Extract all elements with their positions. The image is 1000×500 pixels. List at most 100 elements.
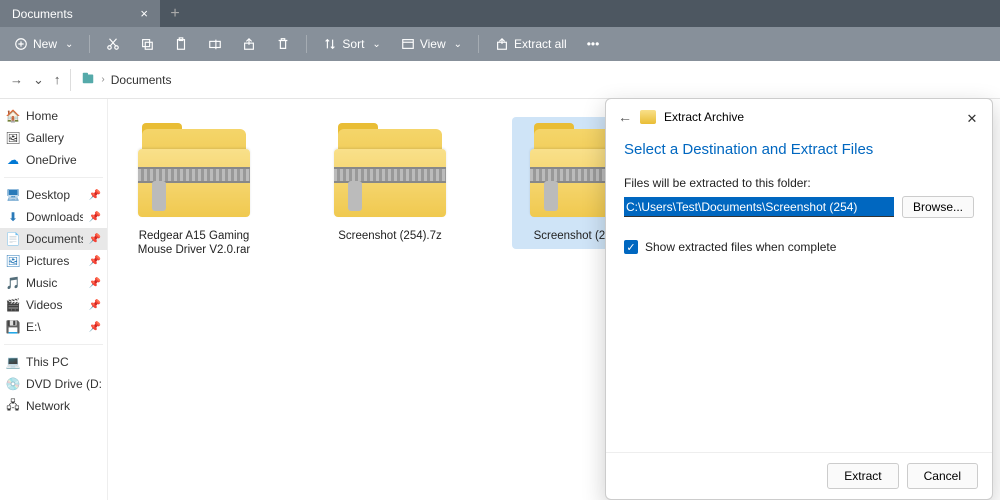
nav-buttons: → ⌄ ↑	[10, 72, 60, 88]
recent-button[interactable]: ⌄	[33, 72, 44, 88]
music-icon: 🎵	[6, 276, 20, 290]
file-name: Redgear A15 Gaming Mouse Driver V2.0.rar	[126, 229, 262, 258]
sidebar-item-label: Pictures	[26, 254, 69, 268]
pin-icon: 📌	[89, 278, 101, 289]
dialog-header: ← Extract Archive	[606, 99, 992, 135]
copy-button[interactable]	[132, 31, 162, 57]
toolbar-separator	[478, 35, 479, 53]
paste-icon	[174, 37, 188, 51]
cancel-button[interactable]: Cancel	[907, 463, 978, 489]
sidebar-item-label: Music	[26, 276, 57, 290]
checkbox-label: Show extracted files when complete	[645, 240, 836, 254]
share-button[interactable]	[234, 31, 264, 57]
sidebar-item-this-pc[interactable]: 💻 This PC	[0, 351, 107, 373]
destination-path-input[interactable]: C:\Users\Test\Documents\Screenshot (254)	[624, 197, 894, 217]
sidebar-item-onedrive[interactable]: ☁ OneDrive	[0, 149, 107, 171]
new-button[interactable]: New	[6, 31, 81, 57]
sidebar-separator	[4, 177, 103, 178]
desktop-icon: 🖥	[6, 188, 20, 202]
view-label: View	[420, 37, 446, 51]
sidebar-item-label: Desktop	[26, 188, 70, 202]
archive-icon	[134, 123, 254, 223]
sidebar-item-music[interactable]: 🎵 Music 📌	[0, 272, 107, 294]
breadcrumb-segment[interactable]: Documents	[111, 73, 172, 87]
tab-title: Documents	[12, 7, 73, 21]
extract-archive-dialog: ✕ ← Extract Archive Select a Destination…	[605, 98, 993, 500]
close-button[interactable]: ✕	[960, 107, 984, 131]
copy-icon	[140, 37, 154, 51]
more-button[interactable]: •••	[579, 31, 608, 57]
toolbar: New Sort View Extract all •••	[0, 27, 1000, 61]
sort-button[interactable]: Sort	[315, 31, 388, 57]
toolbar-separator	[306, 35, 307, 53]
back-button[interactable]: →	[10, 72, 23, 87]
extract-button[interactable]: Extract	[827, 463, 898, 489]
tab-documents[interactable]: Documents ×	[0, 0, 160, 27]
tab-close-icon[interactable]: ×	[140, 6, 148, 21]
gallery-icon: 🖼	[6, 131, 20, 145]
network-icon: 🖧	[6, 399, 20, 413]
up-button[interactable]: ↑	[54, 72, 61, 87]
plus-circle-icon	[14, 37, 28, 51]
pin-icon: 📌	[89, 256, 101, 267]
download-icon: ⬇	[6, 210, 20, 224]
pin-icon: 📌	[89, 190, 101, 201]
trash-icon	[276, 37, 290, 51]
pin-icon: 📌	[89, 300, 101, 311]
sidebar-item-label: Documents	[26, 232, 83, 246]
cut-button[interactable]	[98, 31, 128, 57]
sort-label: Sort	[342, 37, 364, 51]
sidebar-item-pictures[interactable]: 🖼 Pictures 📌	[0, 250, 107, 272]
pin-icon: 📌	[89, 234, 101, 245]
show-extracted-checkbox[interactable]: ✓ Show extracted files when complete	[624, 240, 974, 254]
dialog-title: Select a Destination and Extract Files	[624, 141, 974, 158]
sidebar-item-videos[interactable]: 🎬 Videos 📌	[0, 294, 107, 316]
pictures-icon: 🖼	[6, 254, 20, 268]
sidebar-item-network[interactable]: 🖧Network	[0, 395, 107, 417]
video-icon: 🎬	[6, 298, 20, 312]
sort-icon	[323, 37, 337, 51]
extract-all-button[interactable]: Extract all	[487, 31, 575, 57]
breadcrumb[interactable]: › Documents	[81, 71, 171, 88]
rename-button[interactable]	[200, 31, 230, 57]
delete-button[interactable]	[268, 31, 298, 57]
more-icon: •••	[587, 37, 600, 51]
file-item[interactable]: Redgear A15 Gaming Mouse Driver V2.0.rar	[120, 117, 268, 264]
cut-icon	[106, 37, 120, 51]
sidebar-item-label: Videos	[26, 298, 62, 312]
sidebar-item-downloads[interactable]: ⬇Downloads📌	[0, 206, 107, 228]
new-label: New	[33, 37, 57, 51]
pin-icon: 📌	[89, 322, 101, 333]
checkbox-checked-icon: ✓	[624, 240, 638, 254]
breadcrumb-icon	[81, 71, 95, 88]
disc-icon: 💿	[6, 377, 20, 391]
sidebar-item-label: This PC	[26, 355, 69, 369]
new-tab-button[interactable]: +	[160, 0, 190, 27]
dialog-body: Select a Destination and Extract Files F…	[606, 135, 992, 452]
sidebar-item-gallery[interactable]: 🖼 Gallery	[0, 127, 107, 149]
folder-icon	[640, 110, 656, 124]
dialog-header-title: Extract Archive	[664, 110, 744, 124]
sidebar: 🏠Home 🖼 Gallery ☁ OneDrive 🖥 Desktop 📌 ⬇Down…	[0, 99, 108, 500]
sidebar-item-documents[interactable]: 📄 Documents 📌	[0, 228, 107, 250]
cloud-icon: ☁	[6, 153, 20, 167]
file-name: Screenshot (254).7z	[338, 229, 442, 243]
pc-icon: 💻	[6, 355, 20, 369]
breadcrumb-chevron-icon: ›	[101, 74, 104, 85]
sidebar-item-drive-e[interactable]: 💾E:\📌	[0, 316, 107, 338]
file-item[interactable]: Screenshot (254).7z	[316, 117, 464, 249]
view-button[interactable]: View	[393, 31, 470, 57]
address-separator	[70, 69, 71, 91]
extract-icon	[495, 37, 509, 51]
sidebar-item-dvd-drive[interactable]: 💿DVD Drive (D:) CCC	[0, 373, 107, 395]
sidebar-item-label: OneDrive	[26, 153, 77, 167]
browse-button[interactable]: Browse...	[902, 196, 974, 218]
document-icon: 📄	[6, 232, 20, 246]
back-icon[interactable]: ←	[618, 109, 632, 125]
address-bar: → ⌄ ↑ › Documents	[0, 61, 1000, 99]
sidebar-item-desktop[interactable]: 🖥 Desktop 📌	[0, 184, 107, 206]
sidebar-item-label: Gallery	[26, 131, 64, 145]
home-icon: 🏠	[6, 109, 20, 123]
sidebar-item-home[interactable]: 🏠Home	[0, 105, 107, 127]
paste-button[interactable]	[166, 31, 196, 57]
